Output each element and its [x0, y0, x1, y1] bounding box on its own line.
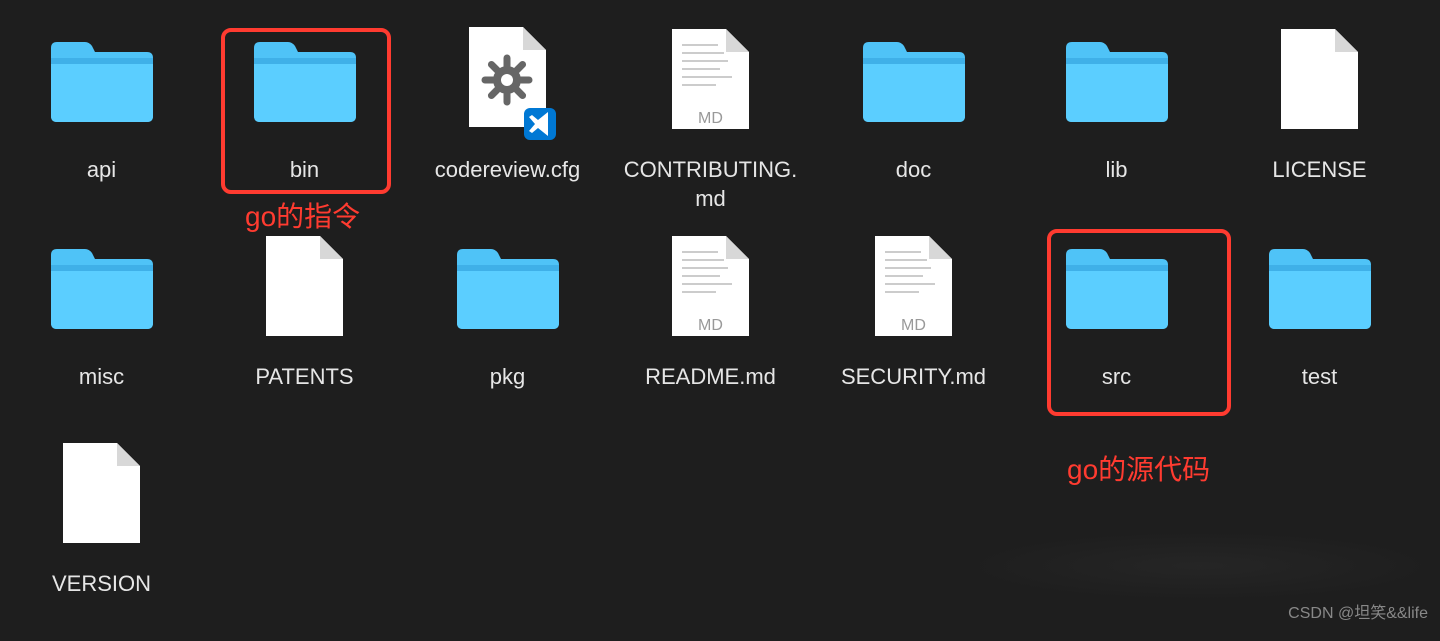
folder-icon	[1062, 227, 1172, 347]
file-item[interactable]: LICENSE	[1218, 20, 1421, 227]
file-icon	[262, 227, 347, 347]
markdown-file-icon: MD	[871, 227, 956, 347]
item-label: src	[1102, 363, 1131, 392]
file-item[interactable]: PATENTS	[203, 227, 406, 434]
file-grid: api bin codereview.cfg MDCON	[0, 0, 1440, 641]
item-label: VERSION	[52, 570, 151, 599]
folder-icon	[859, 20, 969, 140]
item-label: codereview.cfg	[435, 156, 581, 185]
item-label: misc	[79, 363, 124, 392]
file-item[interactable]: MD README.md	[609, 227, 812, 434]
config-file-icon	[465, 20, 550, 140]
file-item[interactable]: VERSION	[0, 434, 203, 641]
item-label: CONTRIBUTING.md	[616, 156, 806, 213]
file-item[interactable]: MD SECURITY.md	[812, 227, 1015, 434]
folder-item[interactable]: misc	[0, 227, 203, 434]
watermark: CSDN @坦笑&&life	[1288, 599, 1428, 623]
markdown-file-icon: MD	[668, 227, 753, 347]
folder-icon	[453, 227, 563, 347]
folder-item[interactable]: lib	[1015, 20, 1218, 227]
item-label: lib	[1105, 156, 1127, 185]
folder-item[interactable]: bin	[203, 20, 406, 227]
file-item[interactable]: codereview.cfg	[406, 20, 609, 227]
markdown-file-icon: MD	[668, 20, 753, 140]
file-icon	[59, 434, 144, 554]
md-badge: MD	[698, 317, 723, 335]
item-label: README.md	[645, 363, 776, 392]
item-label: test	[1302, 363, 1337, 392]
md-badge: MD	[698, 110, 723, 128]
file-icon	[1277, 20, 1362, 140]
folder-icon	[47, 20, 157, 140]
file-item[interactable]: MD CONTRIBUTING.md	[609, 20, 812, 227]
item-label: SECURITY.md	[841, 363, 986, 392]
folder-icon	[1062, 20, 1172, 140]
md-badge: MD	[901, 317, 926, 335]
folder-icon	[47, 227, 157, 347]
item-label: api	[87, 156, 116, 185]
folder-item[interactable]: src	[1015, 227, 1218, 434]
folder-item[interactable]: test	[1218, 227, 1421, 434]
item-label: doc	[896, 156, 931, 185]
folder-icon	[1265, 227, 1375, 347]
item-label: pkg	[490, 363, 525, 392]
item-label: PATENTS	[255, 363, 353, 392]
folder-item[interactable]: doc	[812, 20, 1015, 227]
folder-item[interactable]: pkg	[406, 227, 609, 434]
folder-item[interactable]: api	[0, 20, 203, 227]
item-label: bin	[290, 156, 319, 185]
item-label: LICENSE	[1272, 156, 1366, 185]
folder-icon	[250, 20, 360, 140]
